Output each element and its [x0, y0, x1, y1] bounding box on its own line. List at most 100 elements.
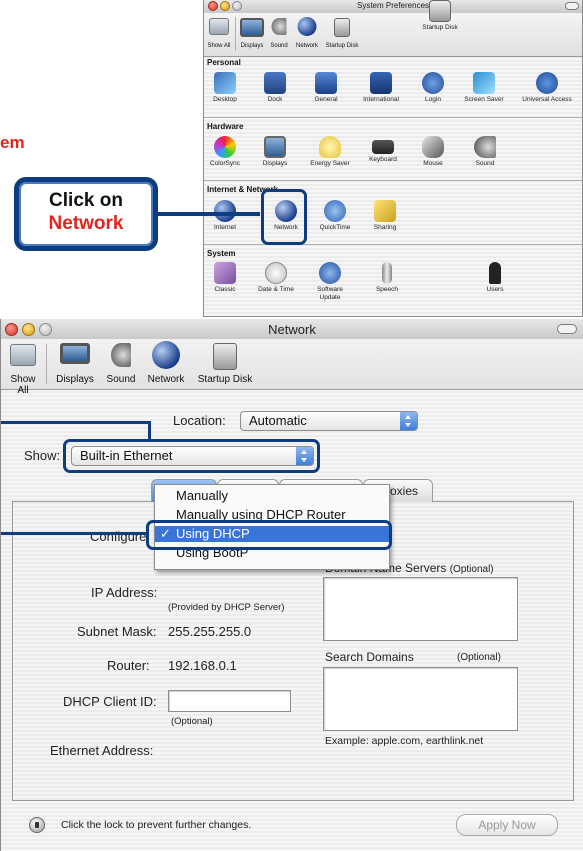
- pref-label: Classic: [214, 286, 236, 293]
- toolbar-toggle-button[interactable]: [565, 2, 579, 10]
- popup-arrows-icon: [400, 412, 417, 430]
- pref-sound[interactable]: Sound: [464, 136, 506, 168]
- pref-label: Universal Access: [522, 96, 572, 103]
- toolbar-label: Displays: [240, 43, 264, 49]
- toolbar-startup-disk[interactable]: Startup Disk: [322, 15, 362, 53]
- pref-screen-saver[interactable]: Screen Saver: [459, 72, 509, 104]
- toolbar-label: Displays: [56, 374, 94, 385]
- pref-label: International: [363, 96, 399, 103]
- pref-label: Mouse: [423, 160, 443, 167]
- toolbar-sound[interactable]: Sound: [266, 15, 292, 53]
- lightbulb-icon: [319, 136, 341, 158]
- configure-option-manually[interactable]: Manually: [155, 488, 389, 504]
- toolbar-label: Show All: [207, 43, 231, 49]
- pref-universal-access[interactable]: Universal Access: [522, 72, 572, 104]
- toolbar-network[interactable]: Network: [292, 15, 322, 53]
- pref-desktop[interactable]: Desktop: [204, 72, 246, 104]
- toolbar-label: Network: [295, 43, 318, 49]
- subnet-mask-value: 255.255.255.0: [168, 624, 252, 639]
- toolbar-sound[interactable]: Sound: [102, 341, 140, 387]
- pref-classic[interactable]: Classic: [204, 262, 246, 294]
- speaker-icon: [474, 136, 496, 158]
- toolbar-startup-disk[interactable]: Startup Disk: [192, 341, 258, 387]
- toolbar-label: Show All: [10, 374, 36, 396]
- section-divider: [204, 180, 582, 181]
- pref-label: Internet: [213, 224, 237, 231]
- network-icon-highlight: [261, 189, 307, 245]
- pref-software-update[interactable]: Software Update: [309, 262, 351, 302]
- pref-label: Sharing: [373, 224, 397, 231]
- search-domains-field[interactable]: [323, 667, 518, 731]
- toolbar-label: Sound: [270, 43, 288, 49]
- pref-label: Sound: [475, 160, 495, 167]
- internet-globe-icon: [214, 200, 236, 222]
- pref-colorsync[interactable]: ColorSync: [204, 136, 246, 168]
- click-on-network-callout: Click on Network: [14, 177, 158, 251]
- search-domains-optional: (Optional): [457, 652, 501, 663]
- ip-address-label: IP Address:: [91, 585, 158, 600]
- pref-startup-disk[interactable]: Startup Disk: [416, 0, 464, 32]
- pref-date-time[interactable]: Date & Time: [252, 262, 300, 294]
- pref-label: Keyboard: [369, 156, 397, 163]
- pref-sharing[interactable]: Sharing: [364, 200, 406, 232]
- pref-label: General: [314, 96, 338, 103]
- subnet-mask-label: Subnet Mask:: [77, 624, 157, 639]
- pref-quicktime[interactable]: QuickTime: [314, 200, 356, 232]
- pref-general[interactable]: General: [305, 72, 347, 104]
- dns-servers-field[interactable]: [323, 577, 518, 641]
- pref-mouse[interactable]: Mouse: [412, 136, 454, 168]
- toolbar-displays[interactable]: Displays: [237, 15, 267, 53]
- pref-dock[interactable]: Dock: [254, 72, 296, 104]
- toolbar-label: Startup Disk: [197, 374, 253, 385]
- section-title-hardware: Hardware: [207, 122, 244, 131]
- pref-login[interactable]: Login: [412, 72, 454, 104]
- pref-label: Software Update: [317, 286, 343, 301]
- startup-disk-icon: [334, 18, 350, 37]
- toolbar-show-all[interactable]: Show All: [4, 341, 42, 396]
- startup-disk-icon: [213, 343, 237, 370]
- keyboard-icon: [372, 140, 394, 154]
- displays-icon: [240, 18, 264, 37]
- show-label: Show:: [24, 448, 61, 463]
- pref-label: Displays: [262, 160, 288, 167]
- pref-energy-saver[interactable]: Energy Saver: [305, 136, 355, 168]
- pref-users[interactable]: Users: [474, 262, 516, 294]
- sys-prefs-titlebar: System Preferences: [204, 0, 582, 14]
- dhcp-client-id-field[interactable]: [168, 690, 291, 712]
- pref-label: ColorSync: [210, 160, 240, 167]
- displays-icon: [60, 343, 90, 364]
- using-dhcp-highlight: [146, 520, 392, 550]
- classic-icon: [214, 262, 236, 284]
- toolbar-label: Network: [147, 374, 185, 385]
- pref-keyboard[interactable]: Keyboard: [362, 136, 404, 164]
- pref-speech[interactable]: Speech: [366, 262, 408, 294]
- pref-displays[interactable]: Displays: [254, 136, 296, 168]
- toolbar-network[interactable]: Network: [142, 341, 190, 387]
- show-all-icon: [209, 18, 229, 35]
- dock-icon: [264, 72, 286, 94]
- pref-internet[interactable]: Internet: [204, 200, 246, 232]
- desktop-icon: [214, 72, 236, 94]
- lock-icon[interactable]: [29, 817, 45, 833]
- toolbar-toggle-button[interactable]: [557, 324, 577, 334]
- clock-icon: [265, 262, 287, 284]
- startup-disk-icon: [429, 0, 451, 22]
- pref-label: Login: [425, 96, 441, 103]
- pref-label: Date & Time: [258, 286, 294, 293]
- sys-prefs-title: System Preferences: [356, 1, 430, 10]
- pref-label: Screen Saver: [464, 96, 504, 103]
- section-title-system: System: [207, 249, 236, 258]
- toolbar-show-all[interactable]: Show All: [206, 15, 232, 53]
- sys-prefs-toolbar: Show All Displays Sound Network Startup …: [204, 13, 582, 57]
- apply-now-button[interactable]: Apply Now: [456, 814, 558, 836]
- toolbar-label: Startup Disk: [325, 43, 359, 49]
- network-titlebar: Network: [1, 319, 583, 340]
- callout-line-1: Click on: [49, 190, 123, 211]
- pref-international[interactable]: International: [355, 72, 407, 104]
- ip-address-note: (Provided by DHCP Server): [168, 602, 285, 613]
- toolbar-separator: [235, 17, 236, 51]
- pref-label: Startup Disk: [422, 24, 458, 31]
- toolbar-displays[interactable]: Displays: [50, 341, 100, 387]
- network-globe-icon: [152, 341, 180, 369]
- location-popup[interactable]: Automatic: [240, 411, 418, 431]
